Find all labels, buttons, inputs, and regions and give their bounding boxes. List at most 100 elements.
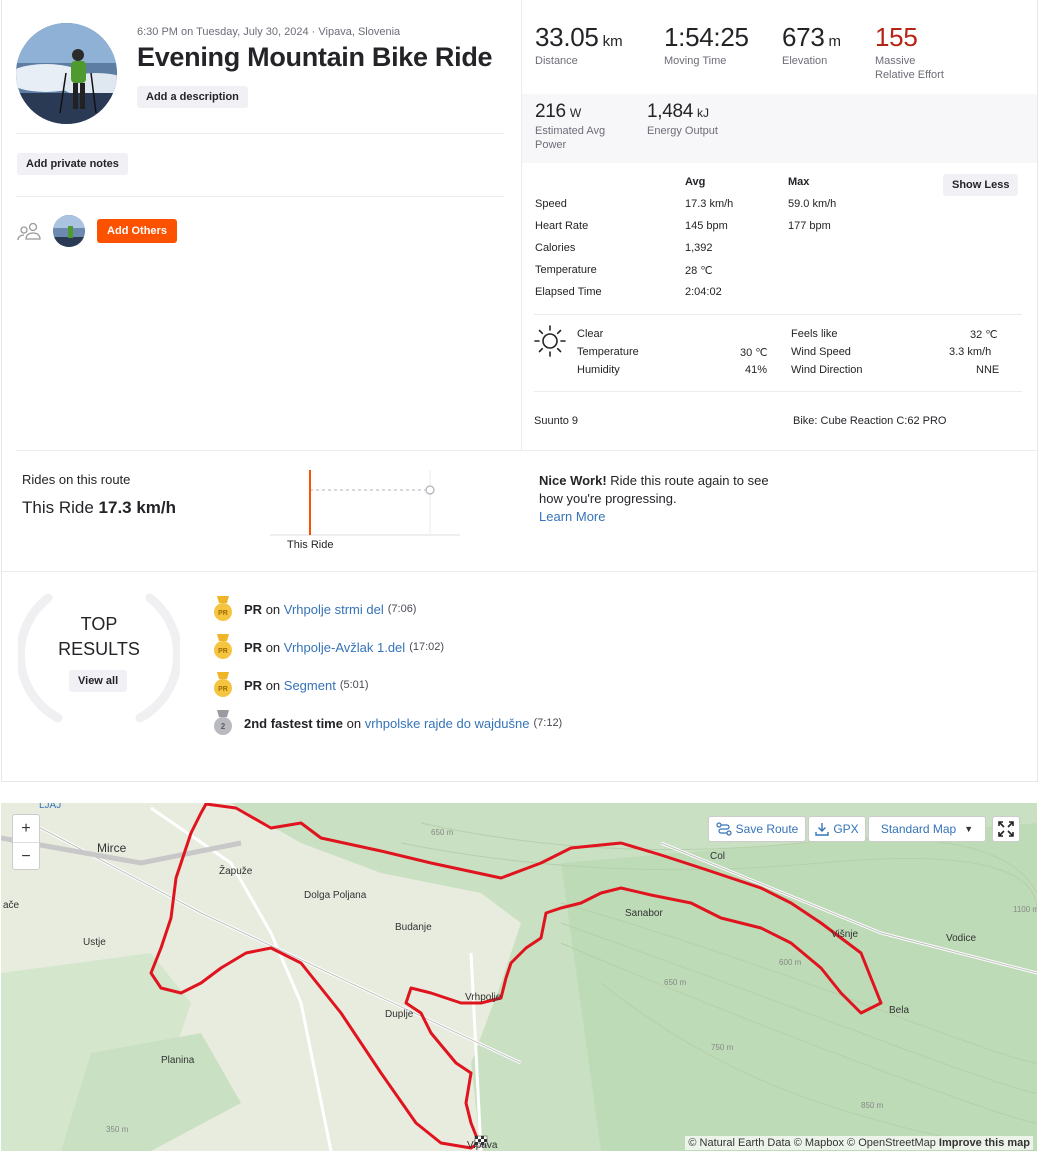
- route-map[interactable]: LJAJ Mirce Žapuže Dolga Poljana Budanje …: [1, 803, 1037, 1151]
- stat-relative-effort[interactable]: 155 Massive Relative Effort: [875, 22, 944, 82]
- zoom-out-button[interactable]: −: [13, 842, 39, 869]
- col-head-max: Max: [788, 176, 810, 188]
- pr-medal-icon: PR: [214, 634, 232, 659]
- segment-link[interactable]: Vrhpolje strmi del: [284, 602, 384, 617]
- segment-link[interactable]: vrhpolske rajde do wajdušne: [365, 716, 530, 731]
- fullscreen-icon: [998, 821, 1014, 837]
- segment-link[interactable]: Segment: [284, 678, 336, 693]
- weather-wind-label: Wind Speed: [791, 346, 851, 358]
- place-label: LJAJ: [39, 803, 62, 811]
- fullscreen-button[interactable]: [992, 816, 1020, 842]
- weather-temp: 30 ℃: [740, 347, 768, 359]
- place-label: Col: [710, 851, 726, 862]
- activity-title: Evening Mountain Bike Ride: [137, 42, 493, 72]
- route-value: This Ride 17.3 km/h: [22, 498, 177, 517]
- svg-text:2: 2: [221, 722, 226, 731]
- row-avg: 17.3 km/h: [685, 198, 734, 210]
- divider: [16, 133, 504, 134]
- divider: [1, 571, 1037, 572]
- segment-link[interactable]: Vrhpolje-Avžlak 1.del: [284, 640, 405, 655]
- route-chart: [270, 470, 460, 536]
- place-label: Budanje: [395, 922, 432, 933]
- weather-feels-label: Feels like: [791, 328, 838, 340]
- route-icon: [716, 822, 732, 836]
- zoom-control: + −: [12, 814, 40, 870]
- divider: [16, 450, 1037, 451]
- contour-label: 1100 m: [1013, 905, 1037, 914]
- weather-condition: Clear: [577, 328, 604, 340]
- stat-power: 216 W Estimated Avg Power: [535, 101, 606, 151]
- save-route-button[interactable]: Save Route: [708, 816, 806, 842]
- sun-icon: [534, 325, 566, 357]
- stat-energy: 1,484 kJ Energy Output: [647, 101, 718, 137]
- place-label: Mirce: [97, 841, 127, 855]
- silver-medal-icon: 2: [214, 710, 232, 735]
- weather-temp-label: Temperature: [577, 346, 639, 358]
- add-private-notes-button[interactable]: Add private notes: [17, 153, 128, 175]
- svg-text:PR: PR: [218, 610, 228, 617]
- row-avg: 1,392: [685, 242, 713, 254]
- row-max: 177 bpm: [788, 220, 831, 232]
- athlete-avatar-small[interactable]: [53, 215, 85, 247]
- weather-feels: 32 ℃: [970, 329, 998, 341]
- contour-label: 850 m: [861, 1101, 884, 1110]
- map-type-select[interactable]: Standard Map ▼: [868, 816, 986, 842]
- col-head-avg: Avg: [685, 176, 706, 188]
- weather-dir-label: Wind Direction: [791, 364, 863, 376]
- row-avg: 2:04:02: [685, 286, 722, 298]
- row-label: Elapsed Time: [535, 286, 602, 298]
- contour-label: 650 m: [431, 828, 454, 837]
- place-label: Bela: [889, 1005, 910, 1016]
- learn-more-link[interactable]: Learn More: [539, 509, 605, 524]
- stat-distance: 33.05 km Distance: [535, 22, 623, 67]
- contour-label: 600 m: [779, 958, 802, 967]
- route-label: Rides on this route: [22, 472, 131, 487]
- weather-wind: 3.3 km/h: [949, 346, 992, 358]
- add-others-button[interactable]: Add Others: [97, 219, 177, 243]
- place-label: Sanabor: [625, 908, 663, 919]
- nice-work-text: Nice Work! Ride this route again to see …: [539, 473, 769, 524]
- bike-name: Bike: Cube Reaction C:62 PRO: [793, 415, 947, 427]
- divider: [16, 196, 504, 197]
- result-row: 2 2nd fastest time on vrhpolske rajde do…: [212, 710, 562, 736]
- top-results-badge: TOP RESULTS View all: [18, 578, 180, 738]
- place-label: Planina: [161, 1055, 195, 1066]
- place-label: Vrhpolje: [465, 992, 502, 1003]
- download-icon: [815, 823, 830, 836]
- row-label: Calories: [535, 242, 576, 254]
- row-label: Speed: [535, 198, 567, 210]
- contour-label: 750 m: [711, 1043, 734, 1052]
- place-label: Višnje: [831, 929, 859, 940]
- device-name: Suunto 9: [534, 415, 579, 427]
- row-max: 59.0 km/h: [788, 198, 837, 210]
- place-label: Dolga Poljana: [304, 890, 367, 901]
- group-icon: [17, 222, 41, 241]
- improve-map-link[interactable]: Improve this map: [939, 1137, 1030, 1149]
- contour-label: 650 m: [664, 978, 687, 987]
- gpx-button[interactable]: GPX: [808, 816, 866, 842]
- result-row: PR PR on Segment (5:01): [212, 672, 369, 698]
- pr-medal-icon: PR: [214, 672, 232, 697]
- zoom-in-button[interactable]: +: [13, 815, 39, 842]
- show-less-button[interactable]: Show Less: [943, 174, 1019, 196]
- weather-humidity: 41%: [745, 364, 768, 376]
- place-label: Vodice: [946, 933, 977, 944]
- place-label: ače: [3, 900, 20, 911]
- map-canvas: [1, 803, 1037, 1151]
- map-attribution: © Natural Earth Data © Mapbox © OpenStre…: [685, 1136, 1033, 1150]
- view-all-button[interactable]: View all: [69, 670, 128, 692]
- row-label: Heart Rate: [535, 220, 589, 232]
- stat-elevation: 673 m Elevation: [782, 22, 841, 67]
- place-label: Duplje: [385, 1009, 414, 1020]
- divider: [534, 314, 1022, 315]
- athlete-avatar[interactable]: [16, 23, 117, 124]
- row-avg: 28 ℃: [685, 265, 713, 277]
- chevron-down-icon: ▼: [964, 824, 974, 834]
- add-description-button[interactable]: Add a description: [137, 86, 248, 108]
- result-row: PR PR on Vrhpolje-Avžlak 1.del (17:02): [212, 634, 444, 660]
- svg-text:PR: PR: [218, 686, 228, 693]
- weather-dir: NNE: [976, 364, 1000, 376]
- top-results-title: TOP RESULTS: [58, 614, 140, 659]
- row-label: Temperature: [535, 264, 597, 276]
- activity-meta: 6:30 PM on Tuesday, July 30, 2024 · Vipa…: [137, 26, 401, 38]
